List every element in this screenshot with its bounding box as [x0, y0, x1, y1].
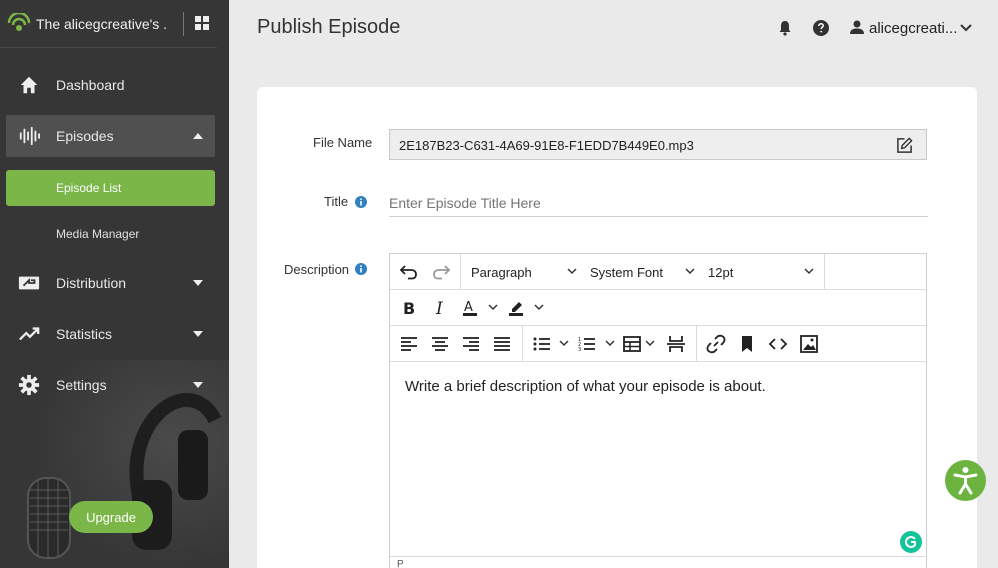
sidebar-item-label: Settings [56, 377, 107, 393]
podcast-title: The alicegcreative's ... [36, 15, 166, 32]
sidebar-subitem-episode-list[interactable]: Episode List [6, 170, 215, 206]
bullet-list-icon[interactable] [532, 334, 552, 354]
sidebar-subitem-label: Media Manager [56, 227, 140, 241]
grammarly-icon[interactable] [900, 531, 922, 553]
editor-status-bar: P [390, 556, 926, 568]
align-justify-icon[interactable] [492, 334, 512, 354]
file-name-value: 2E187B23-C631-4A69-91E8-F1EDD7B449E0.mp3 [399, 138, 694, 153]
sidebar-subitem-label: Episode List [56, 181, 122, 195]
info-icon[interactable] [355, 196, 367, 208]
numbered-list-icon[interactable]: 123 [577, 334, 597, 354]
sidebar-item-label: Episodes [56, 128, 114, 144]
sidebar-item-label: Dashboard [56, 77, 125, 93]
code-icon[interactable] [768, 334, 788, 354]
chevron-down-icon[interactable] [804, 268, 814, 275]
sidebar-item-label: Statistics [56, 326, 113, 342]
sidebar-item-settings[interactable]: Settings [6, 364, 215, 406]
font-size-select[interactable]: 12pt [708, 265, 733, 280]
svg-text:B: B [403, 299, 415, 318]
chevron-down-icon[interactable] [645, 340, 655, 347]
toolbar-divider [696, 326, 697, 361]
sidebar-header: The alicegcreative's ... [0, 0, 217, 48]
header-divider [183, 12, 184, 36]
sidebar-item-distribution[interactable]: Distribution [6, 262, 215, 304]
text-color-icon[interactable]: A [461, 298, 481, 318]
edit-icon[interactable] [896, 137, 913, 154]
sidebar-item-statistics[interactable]: Statistics [6, 313, 215, 355]
bookmark-icon[interactable] [737, 334, 757, 354]
file-name-field: 2E187B23-C631-4A69-91E8-F1EDD7B449E0.mp3 [389, 129, 927, 160]
accessibility-button[interactable] [945, 460, 986, 501]
top-bar: Publish Episode alicegcreati... [229, 0, 998, 56]
home-icon [20, 76, 38, 94]
toolbar-divider [460, 254, 461, 289]
chevron-down-icon[interactable] [567, 268, 577, 275]
caret-down-icon [193, 382, 203, 388]
sidebar-item-label: Distribution [56, 275, 127, 291]
link-icon[interactable] [706, 334, 726, 354]
chevron-down-icon[interactable] [960, 24, 972, 32]
grid-icon[interactable] [195, 16, 209, 30]
sidebar-item-episodes[interactable]: Episodes [6, 115, 215, 157]
undo-icon[interactable] [399, 262, 419, 282]
trending-icon [19, 327, 40, 341]
title-label: Title [324, 194, 349, 209]
align-left-icon[interactable] [399, 334, 419, 354]
accessibility-icon [953, 467, 978, 495]
publish-form-card: File Name 2E187B23-C631-4A69-91E8-F1EDD7… [257, 87, 977, 568]
align-center-icon[interactable] [430, 334, 450, 354]
chevron-down-icon[interactable] [559, 340, 569, 347]
chevron-down-icon[interactable] [685, 268, 695, 275]
chevron-down-icon[interactable] [605, 340, 615, 347]
svg-text:3: 3 [578, 347, 581, 353]
highlight-color-icon[interactable] [507, 298, 527, 318]
svg-text:I: I [435, 299, 443, 318]
upgrade-button[interactable]: Upgrade [69, 501, 153, 533]
caret-down-icon [193, 331, 203, 337]
align-right-icon[interactable] [461, 334, 481, 354]
caret-up-icon [193, 133, 203, 139]
italic-icon[interactable]: I [430, 298, 450, 318]
redo-icon[interactable] [431, 262, 451, 282]
editor-content[interactable]: Write a brief description of what your e… [390, 362, 926, 557]
toolbar-divider [824, 254, 825, 289]
block-format-select[interactable]: Paragraph [471, 265, 532, 280]
gear-icon [18, 374, 40, 396]
info-icon[interactable] [355, 263, 367, 275]
episode-title-input[interactable] [389, 189, 928, 217]
chevron-down-icon[interactable] [488, 304, 498, 311]
chevron-down-icon[interactable] [534, 304, 544, 311]
table-icon[interactable] [622, 334, 642, 354]
sidebar-subitem-media-manager[interactable]: Media Manager [6, 216, 215, 252]
font-family-select[interactable]: System Font [590, 265, 663, 280]
toolbar-divider [522, 326, 523, 361]
editor-toolbar-row-2: B I A [390, 290, 926, 326]
editor-toolbar-row-1: Paragraph System Font 12pt [390, 254, 926, 290]
bold-icon[interactable]: B [399, 298, 419, 318]
image-icon[interactable] [799, 334, 819, 354]
file-name-label: File Name [313, 135, 373, 150]
user-icon[interactable] [849, 19, 865, 35]
help-icon[interactable] [813, 20, 829, 36]
bell-icon[interactable] [777, 20, 793, 36]
description-label: Description [284, 262, 350, 277]
editor-toolbar-row-3: 123 [390, 326, 926, 362]
waveform-icon [19, 126, 40, 146]
user-menu-name[interactable]: alicegcreati... [869, 20, 957, 37]
distribution-icon [18, 276, 40, 290]
page-break-icon[interactable] [666, 334, 686, 354]
description-editor: Paragraph System Font 12pt B I A 1 2 3 W… [389, 253, 927, 568]
caret-down-icon [193, 280, 203, 286]
page-title: Publish Episode [257, 16, 401, 38]
sidebar-item-dashboard[interactable]: Dashboard [6, 64, 215, 106]
svg-text:A: A [464, 300, 473, 315]
sidebar: The alicegcreative's ... Dashboard Episo… [0, 0, 229, 568]
podcast-logo-icon [7, 12, 31, 31]
